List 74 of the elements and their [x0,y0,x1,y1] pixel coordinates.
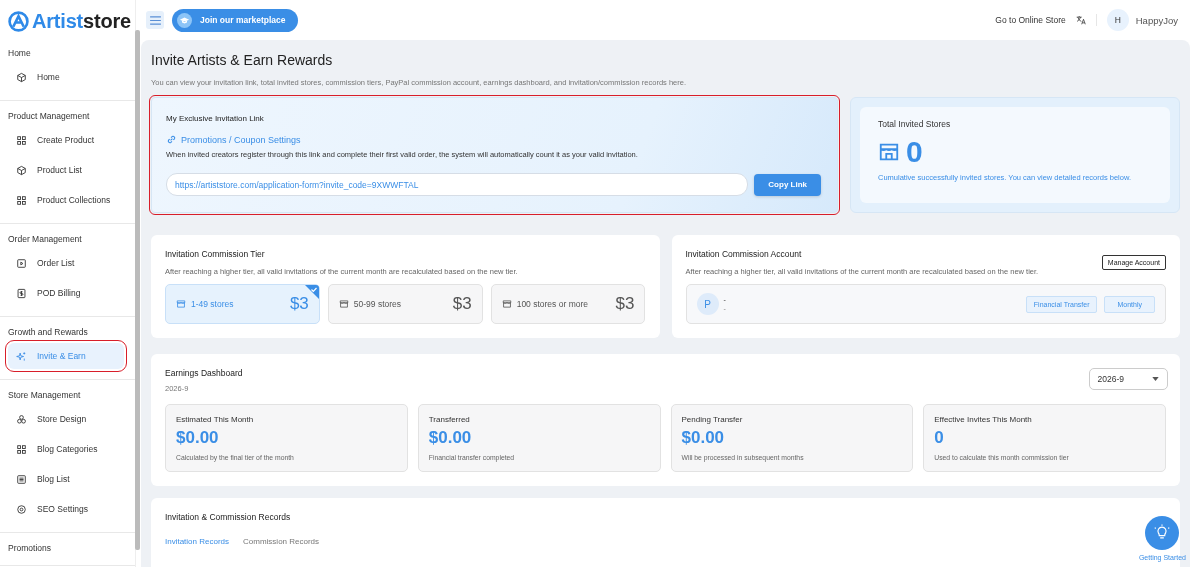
tier-option[interactable]: 100 stores or more $3 [490,284,646,324]
gear-icon [16,503,27,515]
records-tab[interactable]: Commission Records [243,537,320,546]
menu-button[interactable] [146,11,164,29]
section-title: Growth and Rewards [7,326,89,339]
card-title: My Exclusive Invitation Link [166,114,265,123]
sidebar-item[interactable]: Order List [8,250,124,276]
sidebar-item[interactable]: Blog Categories [8,436,124,462]
tier-label: 100 stores or more [516,299,589,309]
stat-value: $0.00 [681,428,726,448]
link-icon [166,134,177,145]
storefront-icon [501,299,512,309]
logo-icon [8,10,29,32]
grid-icon [16,134,27,146]
sidebar-item[interactable]: Product List [8,157,124,183]
records-tab[interactable]: Invitation Records [165,537,230,546]
scrollbar[interactable] [135,30,140,550]
stat-label: Pending Transfer [681,415,744,424]
list-icon [16,473,27,485]
tier-amount: $3 [615,294,635,314]
stat-label: Transferred [428,415,471,424]
graduation-cap-icon [177,12,192,28]
stat-value: $0.00 [428,428,473,448]
user-name[interactable]: HappyJoy [1135,14,1178,26]
sidebar-item[interactable]: Product Collections [8,187,124,213]
card-title: Invitation & Commission Records [165,512,292,522]
card-title: Earnings Dashboard [165,368,243,378]
lightbulb-icon [1153,524,1172,542]
card-title: Invitation Commission Tier [165,249,266,259]
sidebar-item[interactable]: SEO Settings [8,496,124,522]
logo-text: Artiststore [32,9,131,33]
user-avatar[interactable]: H [1106,9,1129,31]
caret-icon [1152,377,1159,381]
tier-label: 1-49 stores [191,299,235,309]
tier-label: 50-99 stores [353,299,403,309]
grid-icon [16,443,27,455]
grid-icon [16,194,27,206]
cube-icon [16,164,27,176]
stat-value: $0.00 [176,428,220,448]
online-store-link[interactable]: Go to Online Store [995,15,1066,25]
tier-amount: $3 [452,294,472,314]
section-title: Order Management [7,233,83,246]
circles-icon [16,413,27,425]
section-title: Store Management [7,389,82,402]
sidebar-item[interactable]: Blog List [8,466,124,492]
tier-amount: $3 [289,294,309,314]
menu-icon [149,15,161,25]
stat-label: Effective Invites This Month [934,415,1033,424]
bill-icon [16,287,27,299]
stat-label: Estimated This Month [176,415,255,424]
storefront-icon [176,299,186,309]
card-title: Invitation Commission Account [685,249,803,259]
storefront-icon [878,141,900,163]
month-dropdown[interactable]: 2026-9 [1088,368,1168,390]
account-avatar: P [696,293,719,315]
page-title: Invite Artists & Earn Rewards [151,52,334,68]
translate-icon[interactable] [1075,15,1086,25]
card-title: Total Invited Stores [878,119,952,129]
storefront-icon [338,299,349,309]
section-title: Home [7,47,32,60]
section-title: Promotions [7,542,52,555]
sidebar-item[interactable]: POD Billing [8,280,124,306]
sidebar-item[interactable]: Store Design [8,406,124,432]
cube-icon [16,71,27,83]
section-title: Product Management [7,110,91,123]
sidebar-item[interactable]: Create Product [8,127,124,153]
stat-value: 0 [934,428,945,448]
sidebar-item[interactable]: Home [8,64,124,90]
invitation-url-field[interactable]: https://artiststore.com/application-form?invite_code=9XWWFTAL [166,173,749,196]
play-icon [16,257,27,269]
check-corner-icon [304,285,319,299]
invited-count: 0 [906,137,923,167]
tier-option[interactable]: 50-99 stores $3 [327,284,483,324]
sparkle-icon [16,350,27,362]
